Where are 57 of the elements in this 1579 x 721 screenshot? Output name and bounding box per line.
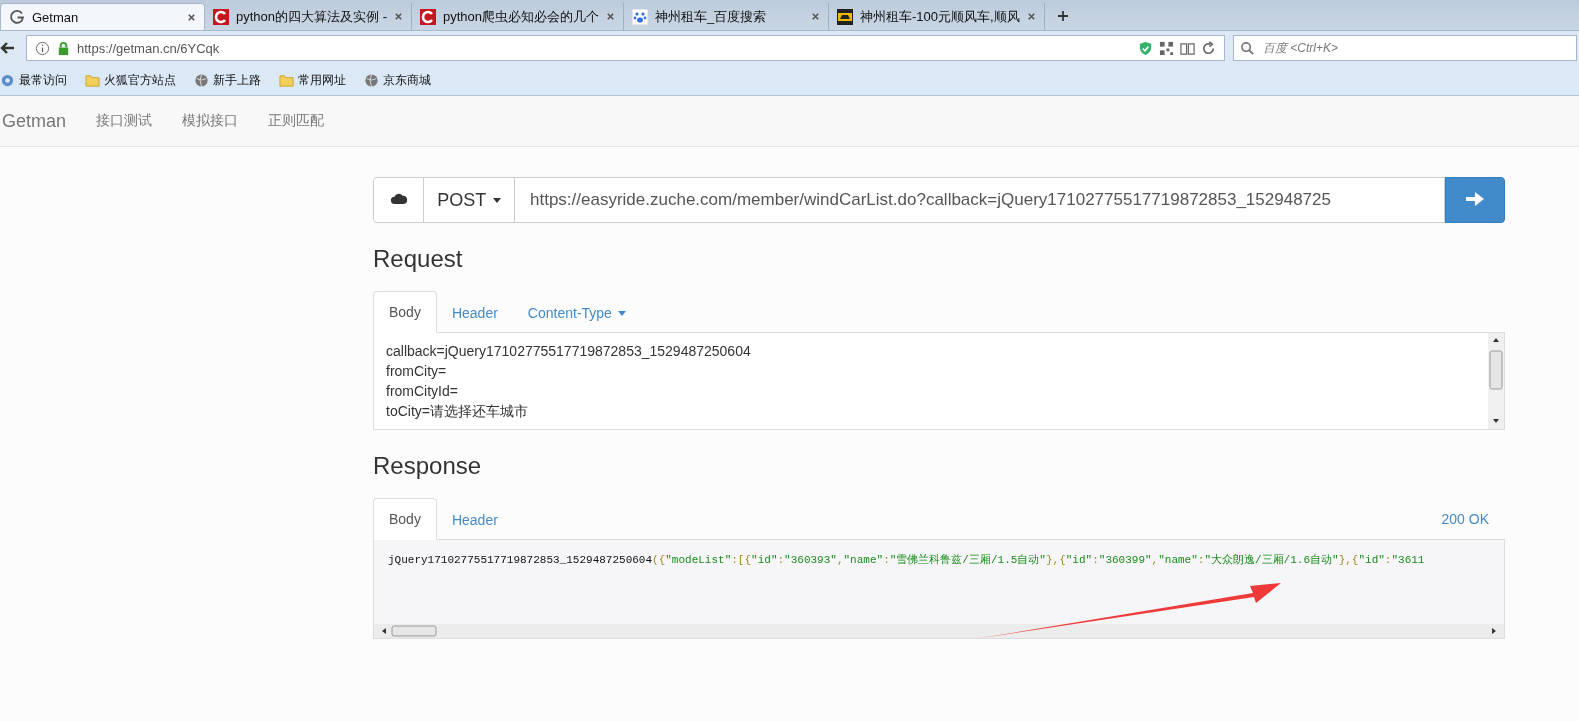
folder-icon [85,72,100,88]
tab[interactable]: Body [373,291,437,333]
response-body-code: jQuery17102775517719872853_1529487250604({"modeList":[{"id":"360393","name":"雪佛兰科鲁兹/三厢/1.5自动"},{"id":"360399","name":"大众朗逸/三厢/1.6自动"},{"id":"3611 [387,553,1426,568]
close-icon[interactable] [1026,12,1036,21]
bookmark-item[interactable]: 京东商城 [364,71,431,89]
bookmark-item[interactable]: 火狐官方站点 [85,71,176,89]
browser-tab[interactable]: Getman [0,3,205,30]
cloud-button[interactable] [373,177,424,223]
url-input[interactable]: https://easyride.zuche.com/member/windCarList.do?callback=jQuery17102775517719872853_152948725 [515,177,1445,223]
search-icon [1240,40,1255,56]
section-heading: Request [373,245,464,273]
globe-icon [364,72,379,88]
arrow-right-icon [1465,190,1485,207]
vertical-scrollbar[interactable] [1488,333,1504,429]
search-field[interactable]: 百度 <Ctrl+K> [1233,35,1577,61]
close-icon[interactable] [187,12,196,22]
close-icon[interactable] [394,12,403,21]
nav-link[interactable]: 正则匹配 [253,112,340,130]
bookmark-item[interactable]: 新手上路 [194,71,261,89]
plus-icon[interactable] [1056,10,1069,22]
send-button[interactable] [1445,177,1505,223]
address-bar[interactable]: https://getman.cn/6YCqk [26,35,1225,61]
info-icon[interactable] [35,40,50,56]
c-logo-icon [213,8,229,25]
folder-icon [279,72,294,88]
lock-icon [56,40,71,56]
section-heading: Response [373,452,483,480]
car-logo-icon [837,8,854,25]
tab-title: python的四大算法及实例 - [236,7,387,26]
shield-icon[interactable] [1138,40,1153,56]
tab-title: 神州租车-100元顺风车,顺风 [860,7,1020,26]
bookmark-item[interactable]: 最常访问 [0,71,67,89]
tab-title: python爬虫必知必会的几个 [443,7,600,26]
close-icon[interactable] [811,12,821,21]
content-type-dropdown[interactable]: Content-Type [512,293,641,333]
nav-link[interactable]: 接口测试 [81,112,168,130]
method-dropdown[interactable]: POST [424,177,515,223]
close-icon[interactable] [606,12,616,21]
tab[interactable]: Body [373,498,437,540]
horizontal-scrollbar[interactable] [374,624,1504,638]
reload-icon[interactable] [1201,40,1216,56]
address-text: https://getman.cn/6YCqk [77,40,221,56]
cloud-icon [389,192,408,205]
paw-icon [632,8,649,25]
tab[interactable]: Header [436,293,513,333]
c-logo-icon [420,8,436,25]
globe-icon [194,72,209,88]
nav-link[interactable]: 模拟接口 [167,112,254,130]
tab[interactable]: Header [436,500,513,540]
tab-title: Getman [32,9,80,25]
book-icon[interactable] [1180,40,1195,56]
qr-code-icon[interactable] [1159,40,1174,56]
brand-link[interactable]: Getman [0,110,82,132]
status-text: 200 OK [1440,510,1490,529]
tab-title: 神州租车_百度搜索 [655,7,768,26]
g-logo-icon [9,9,25,25]
bookmark-item[interactable]: 常用网址 [279,71,346,89]
